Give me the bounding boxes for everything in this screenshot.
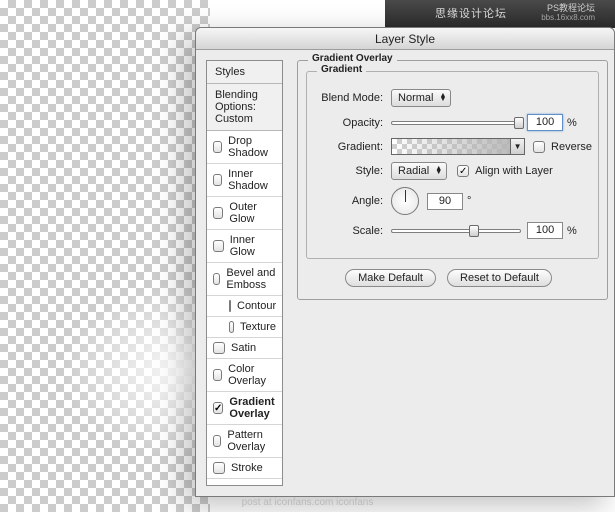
sidebar-item-satin[interactable]: Satin xyxy=(207,338,282,359)
degree-unit: ° xyxy=(467,195,471,207)
gradient-swatch[interactable] xyxy=(391,138,511,155)
percent-unit: % xyxy=(567,117,577,129)
sidebar-item-color-overlay[interactable]: Color Overlay xyxy=(207,359,282,392)
angle-label: Angle: xyxy=(313,195,383,207)
fieldset-legend: Gradient Overlay xyxy=(308,53,397,64)
sidebar-item-drop-shadow[interactable]: Drop Shadow xyxy=(207,131,282,164)
blend-mode-label: Blend Mode: xyxy=(313,92,383,104)
scale-input[interactable]: 100 xyxy=(527,222,563,239)
forum-label: 思缘设计论坛 xyxy=(435,5,507,21)
sidebar-item-label: Color Overlay xyxy=(228,363,276,387)
sidebar-item-label: Drop Shadow xyxy=(228,135,276,159)
gradient-dropdown-icon[interactable]: ▼ xyxy=(511,138,525,155)
checkbox-icon[interactable] xyxy=(213,141,222,153)
sidebar-header-blending[interactable]: Blending Options: Custom xyxy=(207,84,282,131)
sidebar-item-texture[interactable]: Texture xyxy=(207,317,282,338)
sidebar-item-label: Outer Glow xyxy=(229,201,276,225)
slider-thumb[interactable] xyxy=(469,225,479,237)
checkbox-icon[interactable] xyxy=(229,321,234,333)
sidebar-item-inner-shadow[interactable]: Inner Shadow xyxy=(207,164,282,197)
sidebar-item-label: Satin xyxy=(231,342,256,354)
checkbox-icon[interactable] xyxy=(213,435,221,447)
angle-dial[interactable] xyxy=(391,187,419,215)
scale-label: Scale: xyxy=(313,225,383,237)
blend-mode-select[interactable]: Normal ▲▼ xyxy=(391,89,451,107)
checkbox-icon[interactable] xyxy=(213,240,224,252)
sidebar-item-label: Gradient Overlay xyxy=(229,396,276,420)
blend-mode-value: Normal xyxy=(398,92,433,104)
checkbox-icon[interactable] xyxy=(213,174,222,186)
footer-watermark: post at iconfans.com iconfans xyxy=(0,497,615,508)
sidebar-item-label: Texture xyxy=(240,321,276,333)
sidebar-item-outer-glow[interactable]: Outer Glow xyxy=(207,197,282,230)
opacity-label: Opacity: xyxy=(313,117,383,129)
reverse-label: Reverse xyxy=(551,141,592,153)
sidebar-item-label: Bevel and Emboss xyxy=(226,267,276,291)
angle-input[interactable]: 90 xyxy=(427,193,463,210)
gradient-fieldset: Gradient Blend Mode: Normal ▲▼ Opacity: xyxy=(306,71,599,259)
fieldset-legend-inner: Gradient xyxy=(317,64,366,75)
gradient-overlay-fieldset: Gradient Overlay Gradient Blend Mode: No… xyxy=(297,60,608,300)
sidebar-item-label: Contour xyxy=(237,300,276,312)
style-label: Style: xyxy=(313,165,383,177)
checkbox-icon[interactable] xyxy=(229,300,231,312)
styles-sidebar: Styles Blending Options: Custom Drop Sha… xyxy=(206,60,283,486)
checkbox-icon[interactable] xyxy=(213,402,223,414)
updown-icon: ▲▼ xyxy=(435,167,442,175)
checkbox-icon[interactable] xyxy=(213,273,220,285)
sidebar-item-label: Inner Glow xyxy=(230,234,276,258)
watermark-line2: bbs.16xx8.com xyxy=(541,13,595,22)
dialog-title: Layer Style xyxy=(196,28,614,50)
checkbox-icon[interactable] xyxy=(213,369,222,381)
layer-style-dialog: Layer Style Styles Blending Options: Cus… xyxy=(195,27,615,497)
sidebar-item-stroke[interactable]: Stroke xyxy=(207,458,282,479)
sidebar-header-styles[interactable]: Styles xyxy=(207,61,282,84)
reverse-checkbox[interactable] xyxy=(533,141,545,153)
align-checkbox[interactable] xyxy=(457,165,469,177)
app-topbar: 思缘设计论坛 PS教程论坛 bbs.16xx8.com xyxy=(385,0,615,28)
sidebar-item-pattern-overlay[interactable]: Pattern Overlay xyxy=(207,425,282,458)
gradient-label: Gradient: xyxy=(313,141,383,153)
checkbox-icon[interactable] xyxy=(213,207,223,219)
sidebar-item-bevel-emboss[interactable]: Bevel and Emboss xyxy=(207,263,282,296)
align-label: Align with Layer xyxy=(475,165,553,177)
slider-thumb[interactable] xyxy=(514,117,524,129)
opacity-slider[interactable] xyxy=(391,121,521,125)
make-default-button[interactable]: Make Default xyxy=(345,269,436,287)
updown-icon: ▲▼ xyxy=(439,94,446,102)
scale-slider[interactable] xyxy=(391,229,521,233)
opacity-input[interactable]: 100 xyxy=(527,114,563,131)
sidebar-item-label: Stroke xyxy=(231,462,263,474)
settings-panel: Gradient Overlay Gradient Blend Mode: No… xyxy=(283,50,614,496)
sidebar-item-contour[interactable]: Contour xyxy=(207,296,282,317)
reset-default-button[interactable]: Reset to Default xyxy=(447,269,552,287)
sidebar-item-gradient-overlay[interactable]: Gradient Overlay xyxy=(207,392,282,425)
style-select[interactable]: Radial ▲▼ xyxy=(391,162,447,180)
checkbox-icon[interactable] xyxy=(213,342,225,354)
sidebar-item-inner-glow[interactable]: Inner Glow xyxy=(207,230,282,263)
sidebar-item-label: Pattern Overlay xyxy=(227,429,276,453)
checkbox-icon[interactable] xyxy=(213,462,225,474)
style-value: Radial xyxy=(398,165,429,177)
sidebar-item-label: Inner Shadow xyxy=(228,168,276,192)
percent-unit: % xyxy=(567,225,577,237)
